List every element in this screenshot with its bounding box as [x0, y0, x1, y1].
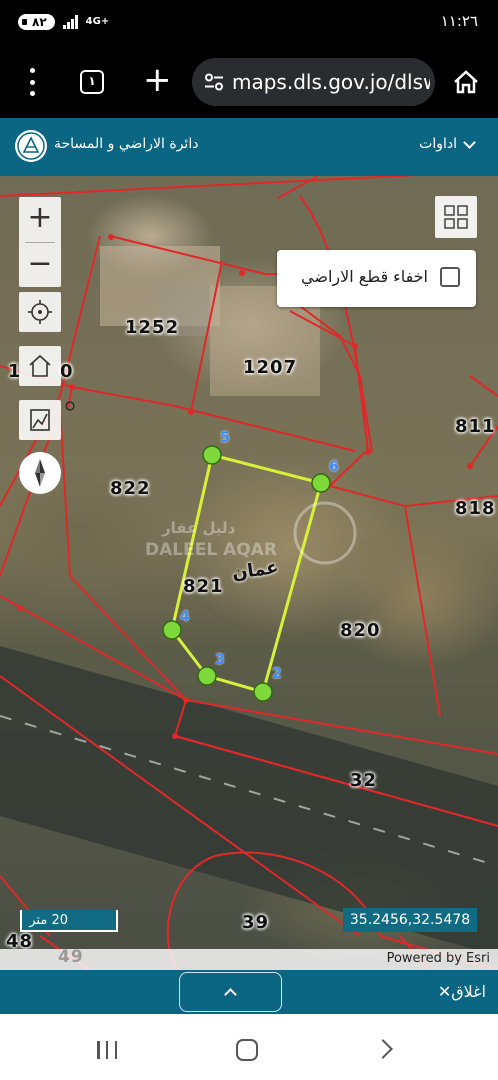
- parcel-label[interactable]: 820: [340, 620, 381, 641]
- house-icon: [29, 354, 51, 377]
- scale-bar: 20 متر: [20, 910, 118, 932]
- zoom-controls: + −: [19, 197, 61, 287]
- close-icon: ✕: [437, 982, 452, 1001]
- new-tab-button[interactable]: +: [143, 60, 172, 100]
- measure-icon: [30, 409, 50, 431]
- crosshair-icon: [28, 300, 52, 324]
- back-icon[interactable]: [373, 1039, 393, 1059]
- battery-indicator: ٨٢: [18, 14, 55, 30]
- app-header: دائرة الاراضي و المساحة اداوات: [0, 118, 498, 176]
- zoom-in-button[interactable]: +: [19, 197, 61, 241]
- more-vert-icon[interactable]: [24, 68, 40, 96]
- attribution-bar: 49 Powered by Esri: [0, 947, 498, 970]
- chevron-up-icon: [224, 988, 237, 1001]
- hide-parcels-checkbox[interactable]: [440, 267, 460, 287]
- site-settings-icon[interactable]: [204, 73, 224, 91]
- parcel-label[interactable]: 821: [183, 576, 224, 597]
- system-navbar: [0, 1014, 498, 1080]
- map-view[interactable]: دليل عقار DALEEL AQAR 1252 1207 1 0 822 …: [0, 176, 498, 970]
- grid-icon: [444, 205, 468, 229]
- vertex-number: 2: [272, 666, 282, 682]
- parcel-label[interactable]: 39: [242, 912, 269, 933]
- status-left: ٨٢ 4G+: [18, 14, 109, 30]
- locate-button[interactable]: [19, 292, 61, 332]
- measure-button[interactable]: [19, 400, 61, 440]
- url-text: maps.dls.gov.jo/dlsw: [232, 70, 430, 94]
- basemap-gallery-button[interactable]: [435, 196, 477, 238]
- vertex-number: 3: [215, 652, 225, 668]
- hide-parcels-toggle[interactable]: اخفاء قطع الاراضي: [277, 250, 476, 307]
- signal-icon: [62, 15, 78, 29]
- browser-toolbar: ١ + maps.dls.gov.jo/dlsw: [0, 46, 498, 118]
- dls-logo: [15, 130, 47, 162]
- parcel-label[interactable]: 0: [60, 361, 74, 382]
- parcel-label[interactable]: 818: [455, 498, 496, 519]
- parcel-label[interactable]: 32: [350, 770, 377, 791]
- vertex-number: 4: [180, 609, 190, 625]
- vertex-number: 5: [220, 430, 230, 446]
- recent-apps-icon[interactable]: [97, 1041, 117, 1059]
- coordinates-readout: 35.2456,32.5478: [343, 908, 477, 932]
- watermark-latin: DALEEL AQAR: [145, 540, 277, 560]
- expand-panel-button[interactable]: [179, 972, 282, 1012]
- tools-label: اداوات: [419, 136, 457, 152]
- parcel-label[interactable]: 811: [455, 416, 496, 437]
- close-button[interactable]: اغلاق✕: [438, 982, 486, 1001]
- zoom-out-button[interactable]: −: [19, 243, 61, 287]
- tabs-button[interactable]: ١: [80, 70, 104, 94]
- compass-icon: [35, 459, 45, 487]
- parcel-label[interactable]: 1207: [243, 357, 297, 378]
- vertex-number: 6: [329, 459, 339, 475]
- address-bar[interactable]: maps.dls.gov.jo/dlsw: [192, 58, 435, 106]
- parcel-label[interactable]: 1252: [125, 317, 179, 338]
- esri-attribution[interactable]: Powered by Esri: [387, 951, 490, 966]
- network-type: 4G+: [85, 16, 110, 27]
- chevron-down-icon: [463, 135, 476, 149]
- department-title: دائرة الاراضي و المساحة: [54, 136, 199, 152]
- tools-menu[interactable]: اداوات: [419, 135, 476, 152]
- clock: ١١:٢٦: [440, 12, 478, 30]
- home-icon[interactable]: [453, 70, 479, 94]
- status-bar: ٨٢ 4G+ ١١:٢٦: [0, 0, 498, 46]
- home-nav-icon[interactable]: [236, 1039, 258, 1061]
- parcel-label[interactable]: 822: [110, 478, 151, 499]
- compass-button[interactable]: [19, 452, 61, 494]
- hide-parcels-label: اخفاء قطع الاراضي: [301, 267, 428, 286]
- watermark-arabic: دليل عقار: [162, 519, 236, 537]
- parcel-label: 49: [58, 947, 84, 967]
- home-extent-button[interactable]: [19, 346, 61, 386]
- close-label: اغلاق: [451, 982, 486, 1001]
- bottom-panel: اغلاق✕: [0, 970, 498, 1014]
